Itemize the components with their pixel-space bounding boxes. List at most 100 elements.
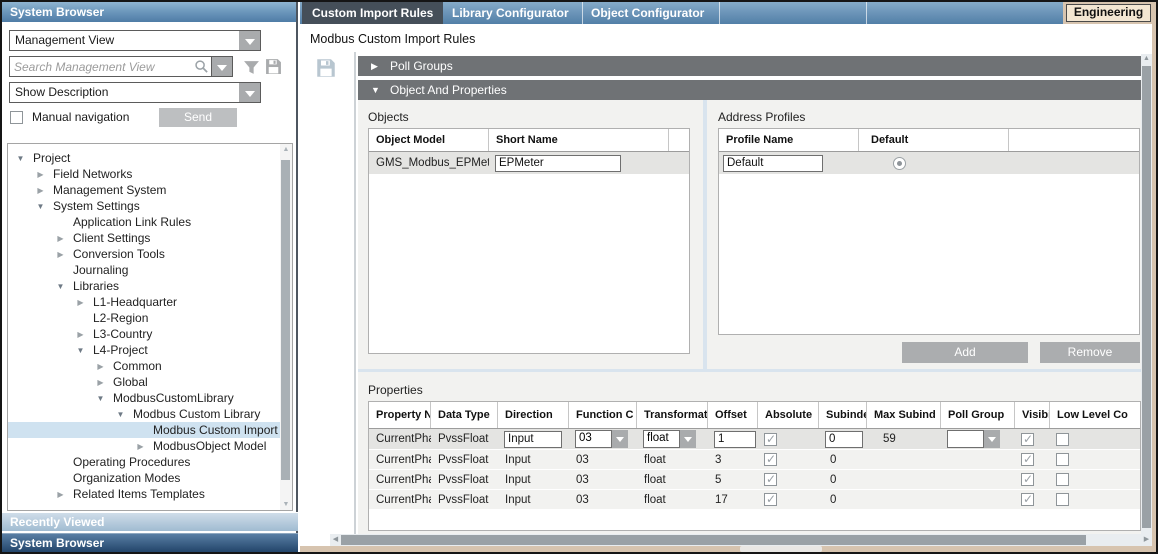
absolute-checkbox[interactable]: [764, 493, 777, 506]
chevron-down-icon[interactable]: [612, 430, 628, 448]
tree-item-system-settings[interactable]: System Settings: [8, 198, 292, 214]
low-level-checkbox[interactable]: [1056, 433, 1069, 446]
collapse-arrow-icon[interactable]: [56, 234, 65, 243]
column-header-short-name[interactable]: Short Name: [489, 129, 669, 151]
properties-row[interactable]: CurrentPha PvssFloat Input 03 float 3 0: [369, 449, 1140, 469]
visibility-checkbox[interactable]: [1021, 433, 1034, 446]
tree-item-modbuscustomlibrary[interactable]: ModbusCustomLibrary: [8, 390, 292, 406]
column-header-object-model[interactable]: Object Model: [369, 129, 489, 151]
scroll-up-icon[interactable]: ▲: [280, 146, 292, 153]
display-mode-dropdown[interactable]: Show Description: [9, 82, 261, 103]
scroll-down-icon[interactable]: ▼: [280, 501, 292, 508]
absolute-checkbox[interactable]: [764, 453, 777, 466]
tree-item-libraries[interactable]: Libraries: [8, 278, 292, 294]
tab-custom-import-rules[interactable]: Custom Import Rules: [302, 2, 443, 24]
column-header-transformation[interactable]: Transformat: [637, 402, 708, 428]
properties-row[interactable]: CurrentPha PvssFloat Input 03 float 5 0: [369, 469, 1140, 489]
collapse-arrow-icon[interactable]: [56, 490, 65, 499]
chevron-down-icon[interactable]: [239, 83, 260, 102]
search-input[interactable]: [9, 56, 191, 77]
properties-row[interactable]: CurrentPha PvssFloat 03 float 59: [369, 429, 1140, 449]
save-icon[interactable]: [316, 58, 336, 78]
column-header-poll-group[interactable]: Poll Group: [941, 402, 1015, 428]
column-header-offset[interactable]: Offset: [708, 402, 758, 428]
tree-item-operating-procedures[interactable]: Operating Procedures: [8, 454, 292, 470]
collapse-arrow-icon[interactable]: [36, 170, 45, 179]
tree-item-l3-country[interactable]: L3-Country: [8, 326, 292, 342]
chevron-down-icon[interactable]: [680, 430, 696, 448]
column-header-subindex[interactable]: Subinde: [819, 402, 867, 428]
column-header-property-name[interactable]: Property N: [369, 402, 431, 428]
column-header-data-type[interactable]: Data Type: [431, 402, 498, 428]
recently-viewed-bar[interactable]: Recently Viewed: [2, 512, 298, 531]
offset-input[interactable]: [714, 431, 756, 448]
manual-navigation-checkbox[interactable]: [10, 111, 23, 124]
profile-name-input[interactable]: [723, 155, 823, 172]
engineering-mode-button[interactable]: Engineering: [1066, 4, 1151, 22]
visibility-checkbox[interactable]: [1021, 493, 1034, 506]
tree-item-l2-region[interactable]: L2-Region: [8, 310, 292, 326]
transformation-dropdown[interactable]: float: [643, 430, 696, 448]
expand-arrow-icon[interactable]: [116, 410, 125, 419]
send-button[interactable]: Send: [159, 108, 237, 127]
tree-item-client-settings[interactable]: Client Settings: [8, 230, 292, 246]
column-header-direction[interactable]: Direction: [498, 402, 569, 428]
tab-library-configurator[interactable]: Library Configurator: [443, 2, 583, 24]
low-level-checkbox[interactable]: [1056, 473, 1069, 486]
column-header-function-code[interactable]: Function C: [569, 402, 637, 428]
tree-scrollbar[interactable]: ▲ ▼: [280, 144, 292, 510]
collapse-arrow-icon[interactable]: [36, 186, 45, 195]
absolute-checkbox[interactable]: [764, 433, 777, 446]
column-header-absolute[interactable]: Absolute: [758, 402, 819, 428]
expand-arrow-icon[interactable]: [96, 394, 105, 403]
tree-item-related-items-templates[interactable]: Related Items Templates: [8, 486, 292, 502]
filter-icon[interactable]: [243, 59, 260, 76]
object-and-properties-section-header[interactable]: Object And Properties: [358, 80, 1141, 100]
poll-group-dropdown[interactable]: [947, 430, 1000, 448]
column-header-default[interactable]: Default: [859, 129, 1009, 151]
horizontal-scrollbar[interactable]: ◀ ▶: [330, 534, 1152, 546]
absolute-checkbox[interactable]: [764, 473, 777, 486]
tree-item-modbusobject-model[interactable]: ModbusObject Model: [8, 438, 292, 454]
short-name-input[interactable]: [495, 155, 621, 172]
collapse-arrow-icon[interactable]: [96, 378, 105, 387]
column-header-visibility[interactable]: Visibi: [1015, 402, 1050, 428]
address-profile-row[interactable]: [719, 152, 1139, 174]
expand-arrow-icon[interactable]: [56, 282, 65, 291]
low-level-checkbox[interactable]: [1056, 453, 1069, 466]
column-header-max-subindex[interactable]: Max Subind: [867, 402, 941, 428]
objects-row[interactable]: GMS_Modbus_EPMeter: [369, 152, 689, 174]
tree-item-l1-headquarter[interactable]: L1-Headquarter: [8, 294, 292, 310]
tree-item-application-link-rules[interactable]: Application Link Rules: [8, 214, 292, 230]
tree-item-management-system[interactable]: Management System: [8, 182, 292, 198]
scroll-up-icon[interactable]: ▲: [1141, 55, 1152, 62]
collapse-arrow-icon[interactable]: [96, 362, 105, 371]
tree-item-organization-modes[interactable]: Organization Modes: [8, 470, 292, 486]
tree-item-field-networks[interactable]: Field Networks: [8, 166, 292, 182]
collapse-arrow-icon[interactable]: [136, 442, 145, 451]
remove-button[interactable]: Remove: [1040, 342, 1140, 363]
expand-arrow-icon[interactable]: [16, 154, 25, 163]
chevron-down-icon[interactable]: [239, 31, 260, 50]
collapse-arrow-icon[interactable]: [76, 330, 85, 339]
expand-arrow-icon[interactable]: [36, 202, 45, 211]
default-profile-radio[interactable]: [893, 157, 906, 170]
tree-item-l4-project[interactable]: L4-Project: [8, 342, 292, 358]
search-dropdown-icon[interactable]: [212, 56, 233, 77]
scroll-right-icon[interactable]: ▶: [1141, 534, 1152, 546]
visibility-checkbox[interactable]: [1021, 453, 1034, 466]
properties-row[interactable]: CurrentPha PvssFloat Input 03 float 17 0: [369, 489, 1140, 509]
chevron-down-icon[interactable]: [984, 430, 1000, 448]
add-button[interactable]: Add: [902, 342, 1028, 363]
scrollbar-thumb[interactable]: [281, 160, 290, 480]
column-header-profile-name[interactable]: Profile Name: [719, 129, 859, 151]
poll-groups-section-header[interactable]: Poll Groups: [358, 56, 1141, 76]
vertical-scrollbar[interactable]: ▲: [1141, 54, 1152, 534]
direction-input[interactable]: [504, 431, 562, 448]
view-selector-dropdown[interactable]: Management View: [9, 30, 261, 51]
scrollbar-thumb[interactable]: [341, 535, 1086, 545]
function-code-dropdown[interactable]: 03: [575, 430, 628, 448]
scroll-left-icon[interactable]: ◀: [330, 534, 341, 546]
column-header-low-level[interactable]: Low Level Co: [1050, 402, 1140, 428]
save-filter-icon[interactable]: [265, 58, 282, 75]
